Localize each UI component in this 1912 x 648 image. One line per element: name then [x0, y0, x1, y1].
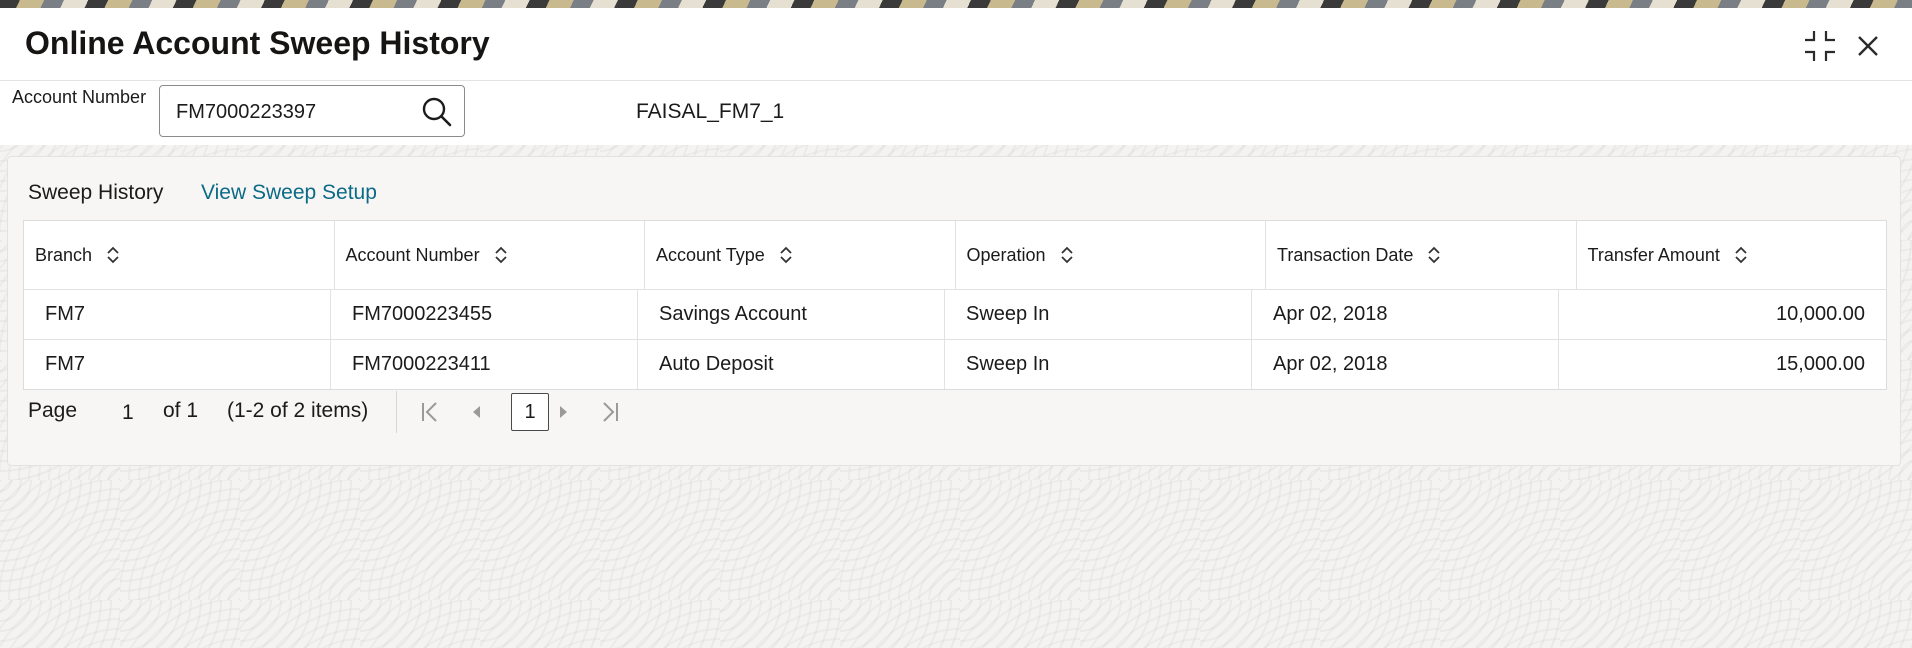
close-icon[interactable]	[1850, 28, 1886, 64]
view-sweep-setup-link[interactable]: View Sweep Setup	[201, 181, 377, 205]
column-header-branch[interactable]: Branch	[24, 221, 335, 289]
column-header-transfer-amount[interactable]: Transfer Amount	[1577, 221, 1887, 289]
account-number-label: Account Number	[12, 87, 147, 107]
cell-transfer-amount: 10,000.00	[1776, 303, 1865, 325]
cell-transfer-amount: 15,000.00	[1776, 353, 1865, 375]
search-icon[interactable]	[420, 95, 454, 129]
account-number-field[interactable]	[159, 85, 465, 137]
table-row[interactable]: FM7 FM7000223411 Auto Deposit Sweep In A…	[24, 340, 1886, 389]
account-number-input[interactable]	[174, 96, 408, 128]
sort-icon[interactable]	[1060, 244, 1074, 266]
column-header-label: Transaction Date	[1277, 244, 1414, 265]
cell-operation: Sweep In	[945, 340, 1252, 389]
items-count-label: (1-2 of 2 items)	[227, 399, 369, 422]
minimize-icon[interactable]	[1802, 28, 1838, 64]
cell-account-number: FM7000223411	[331, 340, 638, 389]
column-header-label: Transfer Amount	[1587, 244, 1720, 265]
sort-icon[interactable]	[1427, 244, 1441, 266]
column-header-label: Branch	[35, 244, 93, 265]
table-row[interactable]: FM7 FM7000223455 Savings Account Sweep I…	[24, 290, 1886, 340]
last-page-icon[interactable]	[592, 395, 626, 429]
column-header-label: Account Type	[656, 244, 765, 265]
column-header-label: Operation	[966, 244, 1046, 265]
cell-account-type: Auto Deposit	[638, 340, 945, 389]
cell-transaction-date: Apr 02, 2018	[1252, 290, 1559, 339]
column-header-operation[interactable]: Operation	[956, 221, 1266, 289]
sort-icon[interactable]	[779, 244, 793, 266]
cell-account-type: Savings Account	[638, 290, 945, 339]
column-header-account-type[interactable]: Account Type	[645, 221, 956, 289]
column-header-account-number[interactable]: Account Number	[335, 221, 645, 289]
sweep-history-panel: Sweep History View Sweep Setup Branch Ac…	[7, 156, 1901, 466]
next-page-icon[interactable]	[546, 395, 580, 429]
first-page-icon[interactable]	[414, 395, 448, 429]
column-header-label: Account Number	[345, 244, 480, 265]
table-header-row: Branch Account Number Account Type Opera…	[24, 221, 1886, 290]
sort-icon[interactable]	[106, 244, 120, 266]
cell-transaction-date: Apr 02, 2018	[1252, 340, 1559, 389]
account-search-bar: Account Number FAISAL_FM7_1	[0, 81, 1912, 145]
pagination-bar: Page 1 of 1 (1-2 of 2 items) 1	[28, 389, 728, 435]
pager-divider	[396, 391, 397, 433]
page-title: Online Account Sweep History	[25, 25, 490, 61]
cell-branch: FM7	[24, 340, 331, 389]
account-name: FAISAL_FM7_1	[636, 100, 785, 123]
current-page-value[interactable]: 1	[122, 401, 134, 425]
prev-page-icon[interactable]	[460, 395, 494, 429]
tab-sweep-history[interactable]: Sweep History	[28, 181, 163, 205]
sort-icon[interactable]	[1734, 244, 1748, 266]
page-button-1[interactable]: 1	[511, 393, 549, 431]
cell-account-number: FM7000223455	[331, 290, 638, 339]
top-banner-strip	[0, 0, 1912, 8]
page-label: Page	[28, 399, 78, 422]
page-count-label: of 1	[163, 399, 199, 422]
sweep-history-table: Branch Account Number Account Type Opera…	[23, 220, 1887, 390]
sort-icon[interactable]	[494, 244, 508, 266]
cell-operation: Sweep In	[945, 290, 1252, 339]
column-header-transaction-date[interactable]: Transaction Date	[1266, 221, 1577, 289]
cell-branch: FM7	[24, 290, 331, 339]
window-header: Online Account Sweep History	[0, 8, 1912, 81]
